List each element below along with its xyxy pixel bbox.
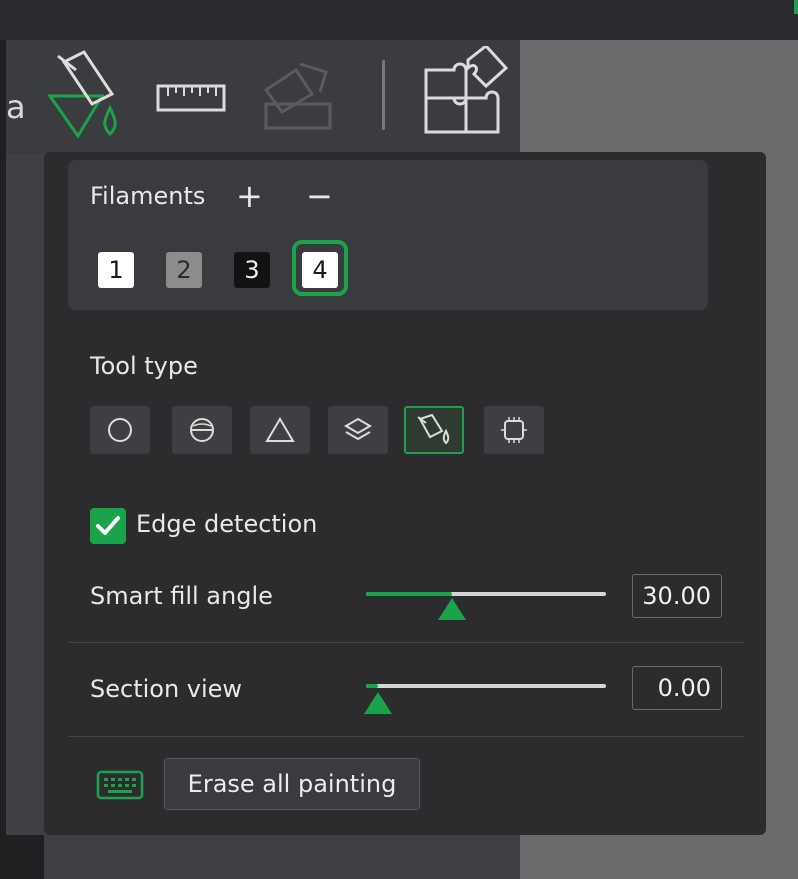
gizmo-toolbar: a bbox=[6, 40, 520, 154]
add-filament-button[interactable]: + bbox=[236, 180, 263, 212]
tool-sphere-button[interactable] bbox=[172, 406, 232, 454]
section-view-slider-thumb[interactable] bbox=[364, 692, 392, 714]
bottom-left-corner bbox=[0, 835, 44, 879]
layers-icon bbox=[344, 417, 372, 441]
filament-swatch-2[interactable]: 2 bbox=[166, 252, 202, 288]
tool-fill-bucket-button[interactable] bbox=[404, 406, 464, 454]
filament-swatch-3[interactable]: 3 bbox=[234, 252, 270, 288]
section-view-slider[interactable] bbox=[366, 684, 606, 688]
smart-fill-angle-slider-fill bbox=[366, 592, 453, 596]
circle-icon bbox=[108, 418, 132, 442]
paint-panel: Filaments + − 1 2 3 4 Tool type Edge det… bbox=[44, 152, 766, 835]
keyboard-icon[interactable] bbox=[96, 770, 144, 800]
checkmark-icon bbox=[96, 516, 120, 535]
smart-fill-angle-label: Smart fill angle bbox=[90, 582, 273, 610]
toolbar-separator bbox=[382, 60, 385, 130]
filaments-section: Filaments + − 1 2 3 4 bbox=[68, 160, 708, 310]
accent-marker bbox=[794, 0, 798, 14]
tool-circle-button[interactable] bbox=[90, 406, 150, 454]
section-divider bbox=[68, 642, 744, 643]
sphere-icon bbox=[190, 418, 214, 442]
section-view-input[interactable]: 0.00 bbox=[632, 666, 722, 710]
edge-detection-label: Edge detection bbox=[136, 510, 318, 538]
smart-fill-angle-input[interactable]: 30.00 bbox=[632, 574, 722, 618]
gap-fill-icon bbox=[501, 417, 527, 443]
filaments-title: Filaments bbox=[90, 182, 206, 210]
tool-gap-fill-button[interactable] bbox=[484, 406, 544, 454]
partial-tool-glyph[interactable]: a bbox=[6, 88, 26, 126]
smart-fill-angle-slider-thumb[interactable] bbox=[438, 598, 467, 620]
filament-swatch-4[interactable]: 4 bbox=[302, 252, 338, 288]
ruler-icon[interactable] bbox=[156, 82, 228, 114]
top-bar bbox=[0, 0, 798, 40]
edge-detection-checkbox[interactable] bbox=[90, 508, 126, 544]
filament-swatch-1[interactable]: 1 bbox=[98, 252, 134, 288]
section-view-slider-fill bbox=[366, 684, 378, 688]
assembly-icon[interactable] bbox=[256, 60, 340, 132]
triangle-icon bbox=[265, 417, 295, 442]
fill-bucket-icon[interactable] bbox=[44, 50, 144, 144]
puzzle-icon[interactable] bbox=[420, 46, 510, 138]
section-divider bbox=[68, 736, 744, 737]
tool-type-label: Tool type bbox=[90, 352, 198, 380]
fill-bucket-icon bbox=[417, 413, 450, 445]
section-view-label: Section view bbox=[90, 675, 243, 703]
tool-triangle-button[interactable] bbox=[250, 406, 310, 454]
left-edge bbox=[0, 40, 6, 879]
tool-layers-button[interactable] bbox=[328, 406, 388, 454]
remove-filament-button[interactable]: − bbox=[306, 180, 333, 212]
erase-all-painting-button[interactable]: Erase all painting bbox=[164, 758, 420, 810]
